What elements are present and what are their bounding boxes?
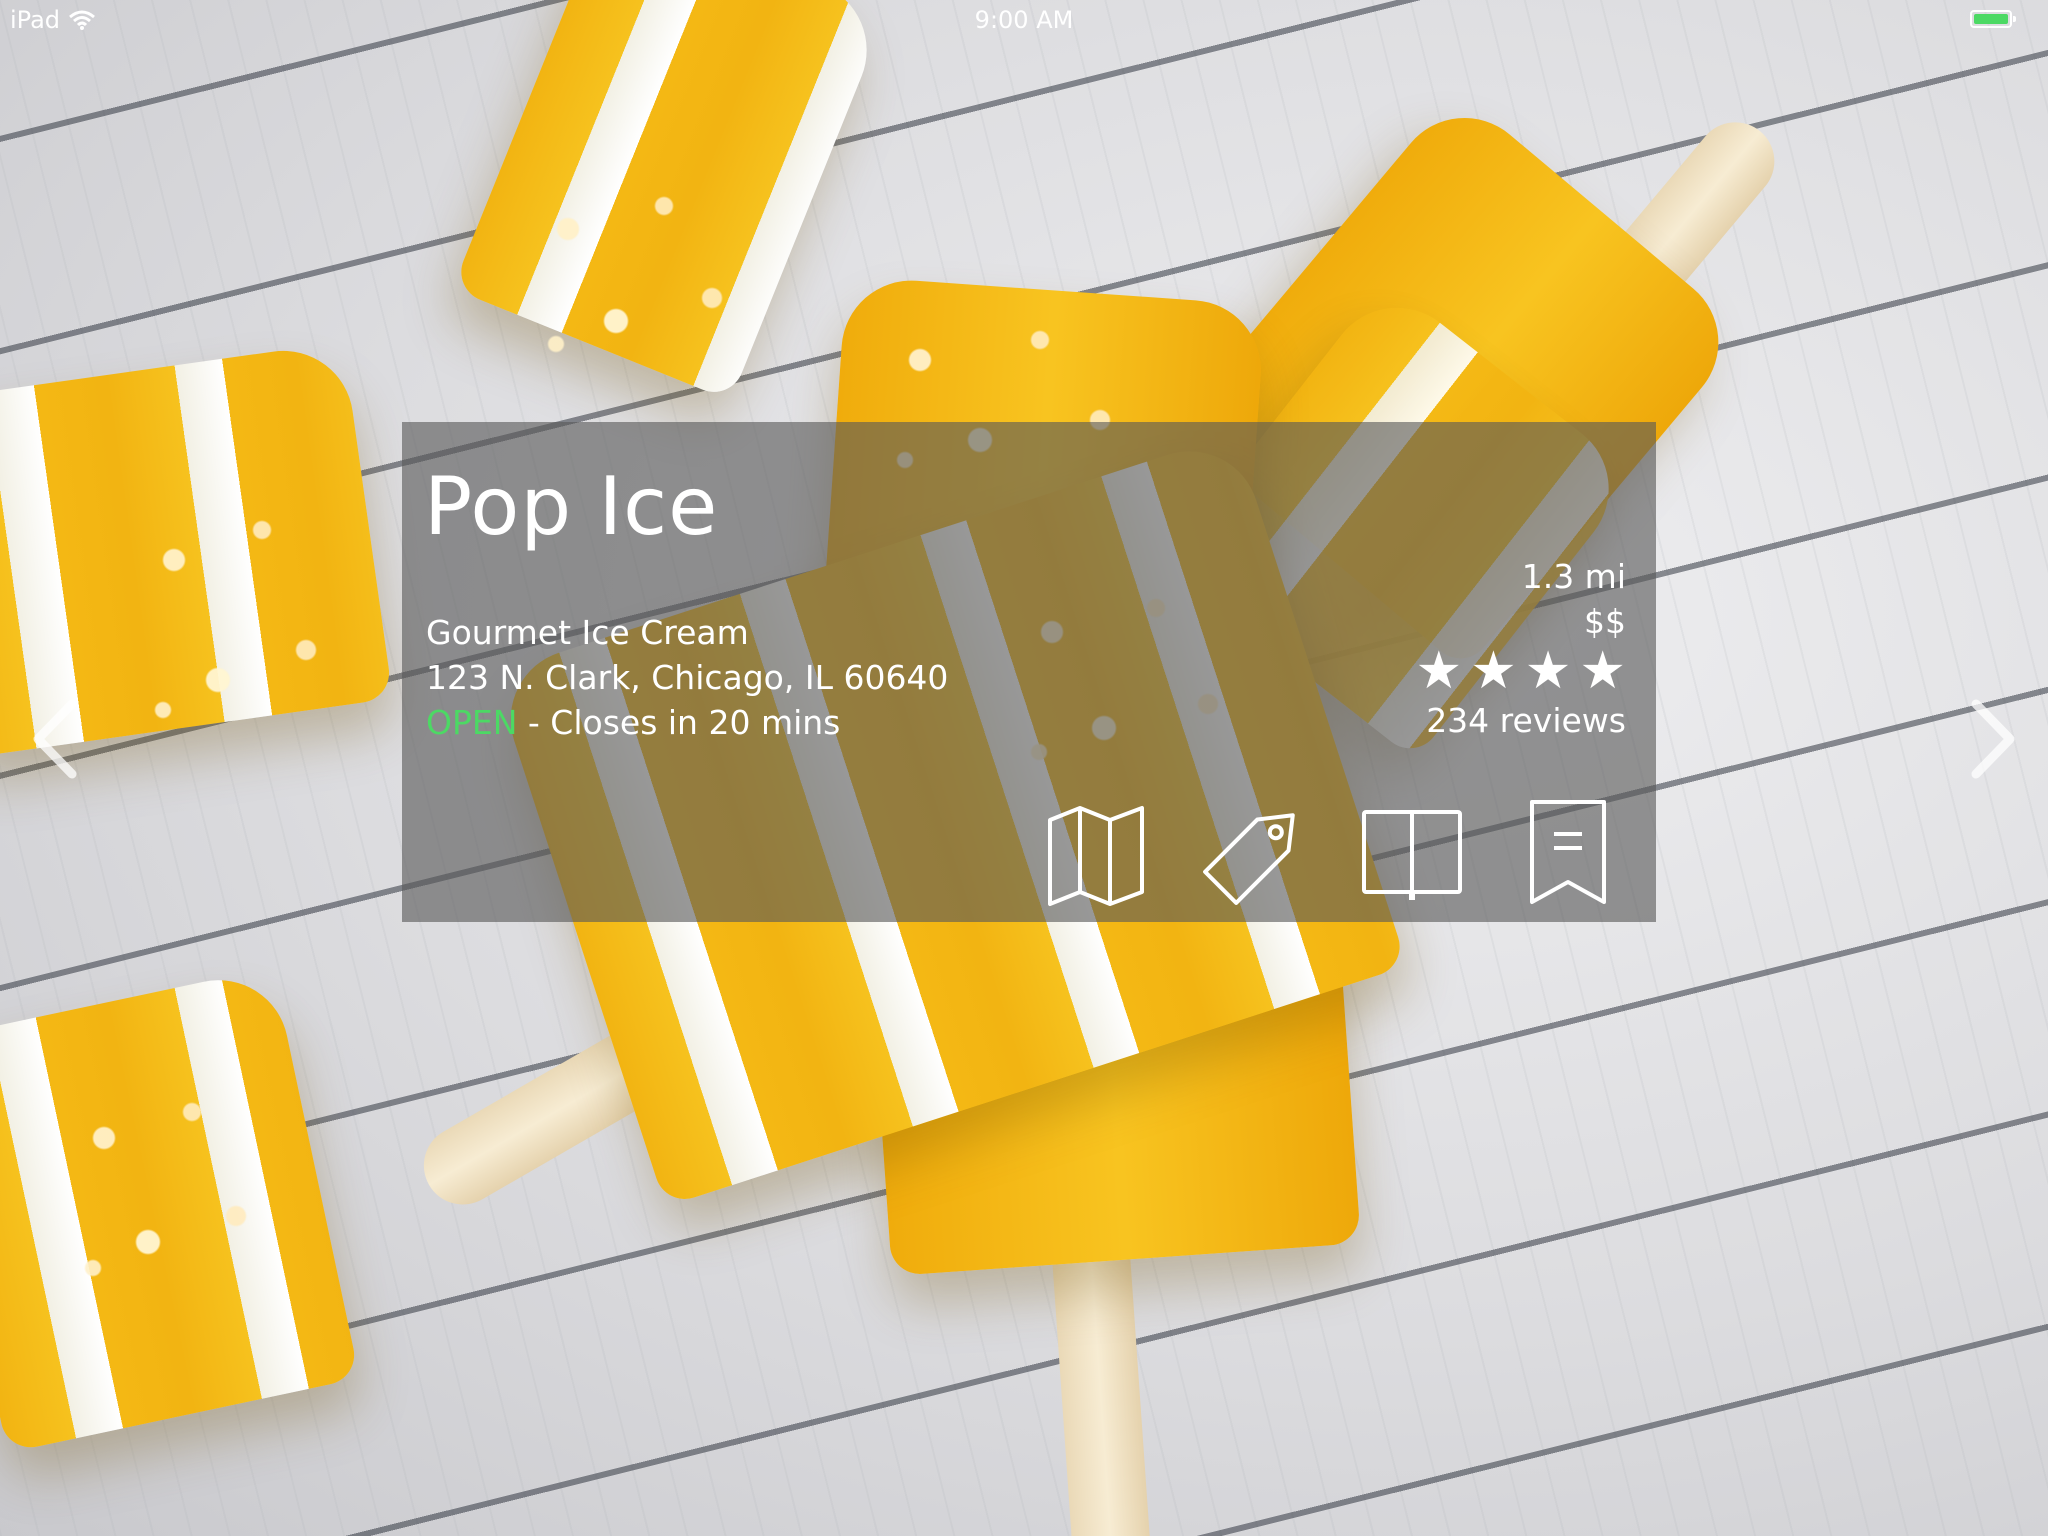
battery-icon: [1970, 10, 2016, 28]
action-bar: [1042, 794, 1626, 910]
venue-reviews[interactable]: 234 reviews: [1416, 698, 1626, 743]
hours-note: - Closes in 20 mins: [517, 703, 841, 742]
rating-stars: ★ ★ ★ ★: [1416, 645, 1627, 697]
venue-card: Pop Ice Gourmet Ice Cream 123 N. Clark, …: [402, 422, 1656, 922]
status-time: 9:00 AM: [974, 6, 1074, 34]
star-icon: ★: [1524, 641, 1572, 701]
venue-hours: OPEN - Closes in 20 mins: [426, 700, 948, 745]
chevron-left-icon: [33, 699, 77, 779]
book-icon: [1362, 810, 1462, 900]
battery-level: [1974, 14, 2008, 24]
venue-price: $$: [1584, 602, 1626, 641]
star-icon: ★: [1579, 641, 1626, 701]
menu-book-button[interactable]: [1354, 794, 1470, 910]
previous-button[interactable]: [26, 694, 86, 784]
map-icon: [1048, 806, 1144, 906]
venue-meta: 1.3 mi $$ ★ ★ ★ ★ 234 reviews: [1416, 554, 1627, 743]
status-bar: iPad 9:00 AM: [0, 0, 2048, 40]
map-button[interactable]: [1042, 794, 1158, 910]
venue-name: Pop Ice: [424, 460, 719, 553]
venue-address[interactable]: 123 N. Clark, Chicago, IL 60640: [426, 655, 948, 700]
bookmark-icon: [1530, 800, 1606, 904]
next-button[interactable]: [1962, 694, 2022, 784]
venue-distance: 1.3 mi: [1521, 557, 1626, 596]
tag-button[interactable]: [1198, 794, 1314, 910]
tag-icon: [1203, 813, 1295, 905]
star-icon: ★: [1470, 641, 1517, 701]
chevron-right-icon: [1971, 699, 2015, 779]
star-icon: ★: [1415, 641, 1463, 701]
bookmark-button[interactable]: [1510, 794, 1626, 910]
venue-details: Gourmet Ice Cream 123 N. Clark, Chicago,…: [426, 610, 948, 745]
open-status: OPEN: [426, 703, 518, 742]
venue-category: Gourmet Ice Cream: [426, 613, 749, 652]
